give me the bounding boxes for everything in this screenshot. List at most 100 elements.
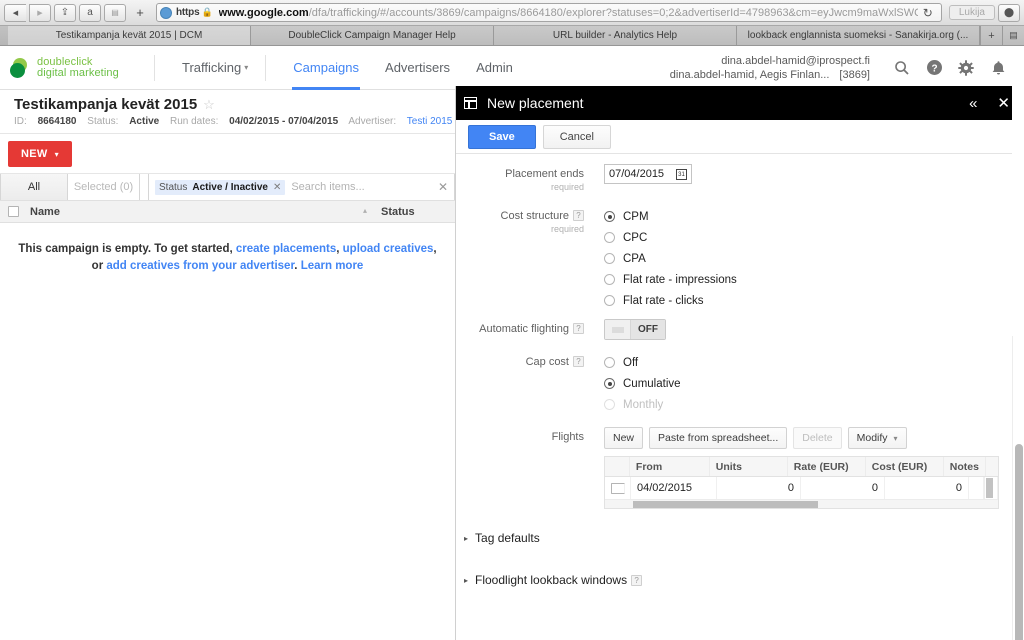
new-toolbar: NEW ▾ (0, 134, 455, 174)
help-icon[interactable]: ? (573, 356, 584, 367)
radio-cpa[interactable]: CPA (604, 248, 1024, 269)
back-button[interactable]: ◀ (4, 3, 26, 22)
account-info[interactable]: dina.abdel-hamid@iprospect.fi dina.abdel… (670, 54, 870, 82)
label-text: Flights (551, 431, 584, 443)
required-text: required (550, 224, 584, 234)
learn-more-link[interactable]: Learn more (301, 260, 364, 272)
bookmarks-button[interactable]: ▤ (104, 3, 126, 22)
table-row[interactable]: 04/02/2015 0 0 0 (605, 477, 998, 500)
share-button[interactable]: ⇪ (54, 3, 76, 22)
tab-all[interactable]: All (0, 174, 68, 200)
reader-mode-button[interactable]: Lukija (948, 5, 995, 20)
help-icon[interactable]: ? (573, 323, 584, 334)
flights-vscroll-spacer (985, 457, 998, 476)
chevron-down-icon: ▾ (244, 62, 249, 72)
flights-col-units: Units (710, 457, 788, 476)
calendar-icon[interactable]: 31 (676, 168, 687, 180)
flight-delete-button: Delete (793, 427, 842, 449)
campaign-title-block: Testikampanja kevät 2015 ☆ ID: 8664180 St… (14, 96, 460, 127)
nav-campaigns[interactable]: Campaigns (280, 46, 372, 90)
create-placements-link[interactable]: create placements (236, 243, 336, 255)
cell-from: 04/02/2015 (631, 477, 717, 499)
flights-select-all[interactable] (605, 457, 630, 476)
help-icon[interactable]: ? (918, 52, 950, 84)
flight-new-button[interactable]: New (604, 427, 644, 449)
field-control: CPM CPC CPA Flat rate - impressions Flat… (596, 206, 1024, 311)
radio-cap-monthly: Monthly (604, 394, 1024, 415)
section-tag-defaults[interactable]: ▸ Tag defaults (456, 531, 1024, 545)
collapse-icon[interactable]: « (969, 95, 977, 112)
help-icon[interactable]: ? (573, 210, 584, 221)
nav-label: Advertisers (385, 59, 451, 75)
reader-a-button[interactable]: a (79, 3, 101, 22)
paste-from-spreadsheet-button[interactable]: Paste from spreadsheet... (649, 427, 788, 449)
nav-advertisers[interactable]: Advertisers (372, 46, 463, 90)
reload-icon[interactable]: ↻ (918, 6, 938, 20)
gear-icon[interactable] (950, 52, 982, 84)
flights-col-cost: Cost (EUR) (866, 457, 944, 476)
flights-vertical-scrollbar[interactable] (984, 477, 998, 499)
new-button[interactable]: NEW ▾ (8, 140, 72, 167)
new-tab-button[interactable]: + (129, 4, 151, 22)
radio-cpm[interactable]: CPM (604, 206, 1024, 227)
help-icon[interactable]: ? (631, 574, 643, 586)
panel-action-bar: Save Cancel (456, 120, 1024, 154)
flights-horizontal-scrollbar[interactable] (604, 500, 999, 509)
doubleclick-logo[interactable]: doubleclick digital marketing (10, 56, 150, 79)
radio-cap-off[interactable]: Off (604, 352, 1024, 373)
star-icon[interactable]: ☆ (203, 97, 215, 112)
doubleclick-logo-icon (10, 57, 30, 78)
field-control: New Paste from spreadsheet... Delete Mod… (596, 427, 1024, 509)
radio-flat-rate-clicks[interactable]: Flat rate - clicks (604, 290, 1024, 311)
close-icon[interactable]: ✕ (273, 182, 281, 193)
campaign-meta: ID: 8664180 Status: Active Run dates: 04… (14, 116, 460, 127)
radio-icon (604, 357, 615, 368)
tab-selected[interactable]: Selected (0) (68, 174, 140, 200)
date-value: 07/04/2015 (609, 168, 665, 180)
clear-search-icon[interactable]: ✕ (438, 180, 448, 194)
radio-icon (604, 253, 615, 264)
radio-flat-rate-impressions[interactable]: Flat rate - impressions (604, 269, 1024, 290)
column-status[interactable]: Status (375, 206, 455, 218)
downloads-button[interactable]: ⬤ (998, 3, 1020, 22)
radio-cpc[interactable]: CPC (604, 227, 1024, 248)
label-text: Cap cost (525, 356, 569, 368)
chip-value: Active / Inactive (192, 181, 268, 193)
placement-ends-input[interactable]: 07/04/2015 31 (604, 164, 692, 184)
font-size-icon: a (87, 7, 93, 18)
browser-tab-4[interactable]: lookback englannista suomeksi - Sanakirj… (737, 26, 980, 45)
tab-overview-button[interactable]: ▤ (1002, 26, 1024, 45)
bell-icon[interactable] (982, 52, 1014, 84)
status-filter-chip[interactable]: Status Active / Inactive ✕ (155, 179, 286, 195)
upload-creatives-link[interactable]: upload creatives (343, 243, 434, 255)
radio-label: Cumulative (623, 377, 681, 390)
browser-tab-1[interactable]: Testikampanja kevät 2015 | DCM (8, 26, 251, 45)
close-icon[interactable]: ✕ (997, 94, 1010, 112)
automatic-flighting-toggle[interactable]: OFF (604, 319, 666, 340)
section-floodlight-lookback[interactable]: ▸ Floodlight lookback windows ? (456, 573, 1024, 587)
browser-tab-2[interactable]: DoubleClick Campaign Manager Help (251, 26, 494, 45)
search-box[interactable]: Status Active / Inactive ✕ Search items.… (148, 174, 455, 200)
account-name: dina.abdel-hamid, Aegis Finlan... (669, 68, 830, 81)
nav-admin[interactable]: Admin (463, 46, 526, 90)
add-creatives-link[interactable]: add creatives from your advertiser (106, 260, 294, 272)
save-button[interactable]: Save (468, 124, 536, 149)
new-tab-strip-button[interactable]: + (980, 26, 1002, 45)
page-vertical-scrollbar[interactable] (1012, 46, 1024, 336)
advertiser-link[interactable]: Testi 2015 (407, 116, 453, 127)
select-all-checkbox[interactable] (0, 206, 26, 217)
section-label: Tag defaults (475, 531, 540, 545)
flight-modify-button[interactable]: Modify ▾ (847, 427, 907, 449)
search-icon[interactable] (886, 52, 918, 84)
column-label: Cost (EUR) (871, 460, 928, 473)
radio-cap-cumulative[interactable]: Cumulative (604, 373, 1024, 394)
column-name[interactable]: Name ▴ (26, 206, 375, 218)
field-label: Placement ends required (456, 164, 596, 192)
nav-trafficking[interactable]: Trafficking ▾ (169, 46, 261, 90)
cancel-button[interactable]: Cancel (542, 124, 611, 149)
browser-tab-3[interactable]: URL builder - Analytics Help (494, 26, 737, 45)
search-input[interactable]: Search items... (291, 181, 432, 193)
row-checkbox[interactable] (605, 477, 631, 499)
forward-button[interactable]: ▶ (29, 3, 51, 22)
url-bar[interactable]: https 🔒 www.google.com/dfa/trafficking/#… (156, 3, 942, 22)
